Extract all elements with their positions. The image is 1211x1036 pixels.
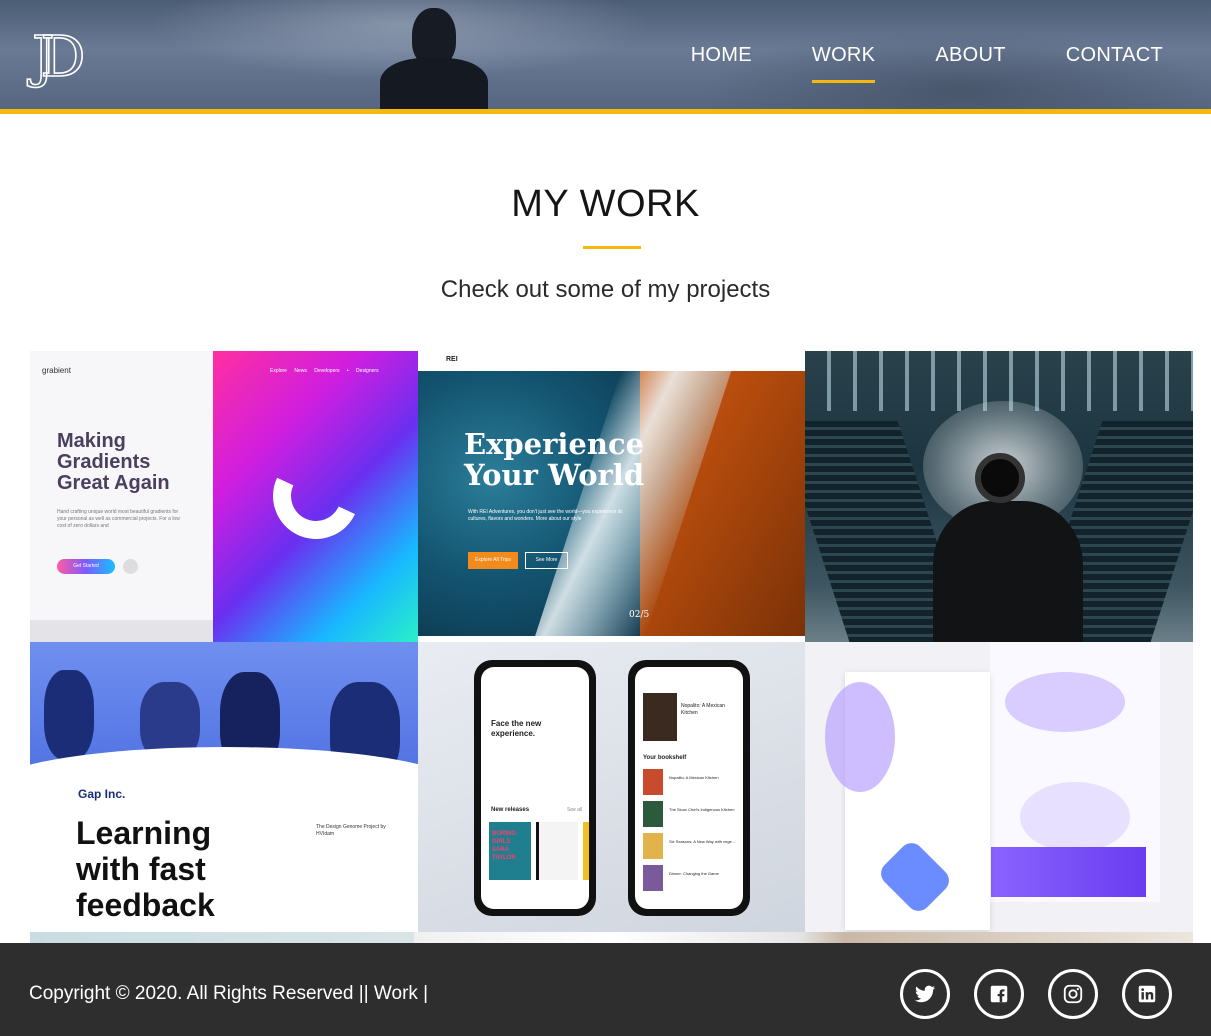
- photographer-figure: [933, 501, 1083, 642]
- facebook-link[interactable]: [974, 969, 1024, 1019]
- twitter-link[interactable]: [900, 969, 950, 1019]
- decor-blob: [1020, 782, 1130, 852]
- bookshelf-item: Dinner: Changing the Game: [669, 871, 719, 876]
- phone-section: Your bookshelf: [643, 755, 687, 761]
- bookshelf-item: Six Seasons: A New Way with vege...: [669, 839, 736, 844]
- tile-body: Hand crafting unique world most beautifu…: [57, 509, 180, 529]
- tile-brand: REI: [446, 356, 458, 363]
- main-nav: HOME WORK ABOUT CONTACT: [691, 44, 1163, 83]
- bookshelf-item: The Sioux Chef's Indigenous Kitchen: [669, 807, 735, 812]
- tile-headline: Making Gradients Great Again: [57, 430, 170, 494]
- tile-brand: grabient: [42, 366, 71, 375]
- book-thumb: [643, 769, 663, 795]
- decor-blob: [1005, 672, 1125, 732]
- slide-counter-current: 02: [629, 610, 641, 620]
- landing-cta-band: [991, 847, 1146, 897]
- phone-screen: Nopalito: A Mexican Kitchen Your bookshe…: [635, 667, 743, 909]
- phone-section: New releases: [491, 807, 530, 813]
- tile-cta: Get Started: [57, 559, 115, 574]
- page-subtitle: Check out some of my projects: [440, 276, 771, 303]
- tile-panel: [30, 351, 213, 642]
- project-tile-photographer[interactable]: [805, 351, 1193, 642]
- site-footer: Copyright © 2020. All Rights Reserved ||…: [0, 943, 1211, 1036]
- project-grid: Explore News Developers • Designers grab…: [30, 351, 1193, 943]
- tile-footer-bar: [30, 620, 213, 642]
- phone-mockup-right: Nopalito: A Mexican Kitchen Your bookshe…: [628, 660, 750, 916]
- phone-screen: Face the new experience. New releases Se…: [481, 667, 589, 909]
- project-tile-purple-landing[interactable]: [805, 642, 1193, 933]
- instagram-link[interactable]: [1048, 969, 1098, 1019]
- tile-note: The Design Genome Project by HVIdam: [316, 824, 386, 837]
- tile-brand: Gap Inc.: [78, 787, 126, 801]
- tile-cta-primary: Explore All Trips: [468, 552, 518, 569]
- copyright-text: Copyright © 2020. All Rights Reserved ||…: [29, 983, 429, 1004]
- book-cover: [536, 822, 578, 880]
- instagram-icon: [1063, 984, 1083, 1004]
- site-logo[interactable]: JD: [31, 29, 86, 100]
- bookshelf-item: Nopalito: A Mexican Kitchen: [669, 775, 719, 780]
- phone-heading: Face the new experience.: [491, 719, 542, 738]
- site-header: JD HOME WORK ABOUT CONTACT: [0, 0, 1211, 114]
- tile-headline: Experience Your World: [464, 427, 645, 492]
- slide-counter-total: 5: [643, 610, 650, 620]
- project-tile-gap[interactable]: Gap Inc. Learning with fast feedback The…: [30, 642, 418, 933]
- book-thumb: [643, 833, 663, 859]
- tile-headline: Learning with fast feedback: [76, 815, 215, 923]
- facebook-icon: [990, 985, 1008, 1003]
- decor-blob: [825, 682, 895, 792]
- next-row-peek: [30, 932, 1193, 943]
- twitter-icon: [914, 985, 936, 1003]
- slide-counter: 02/5: [629, 610, 650, 620]
- play-icon: [123, 559, 138, 574]
- book-cover-title: BORING GIRLS SARA TAYLOR: [492, 831, 516, 861]
- camera-lens: [975, 453, 1025, 503]
- linkedin-link[interactable]: [1122, 969, 1172, 1019]
- project-tile-bookshelf[interactable]: Face the new experience. New releases Se…: [418, 642, 806, 933]
- project-tile-grabient[interactable]: Explore News Developers • Designers grab…: [30, 351, 418, 642]
- tile-nav-text: Explore News Developers • Designers: [270, 368, 379, 374]
- nav-about[interactable]: ABOUT: [935, 44, 1005, 81]
- tile-topbar: [418, 351, 806, 371]
- nav-home[interactable]: HOME: [691, 44, 752, 81]
- nav-work[interactable]: WORK: [811, 44, 876, 83]
- see-all-link: See all: [567, 807, 583, 813]
- title-underline: [583, 246, 641, 249]
- tile-body: With REI Adventures, you don't just see …: [468, 509, 623, 522]
- book-cover: [583, 822, 589, 880]
- book-cover: [643, 693, 677, 741]
- linkedin-icon: [1138, 985, 1156, 1003]
- illustration-figure: [44, 670, 94, 760]
- tile-cta-secondary: See More: [525, 552, 568, 569]
- phone-mockup-left: Face the new experience. New releases Se…: [474, 660, 596, 916]
- book-thumb: [643, 865, 663, 891]
- header-background-person: [380, 58, 488, 109]
- page-title: MY WORK: [511, 183, 700, 225]
- nav-contact[interactable]: CONTACT: [1066, 44, 1163, 81]
- project-tile-rei[interactable]: REI Experience Your World With REI Adven…: [418, 351, 806, 642]
- featured-book-title: Nopalito: A Mexican Kitchen: [681, 703, 725, 716]
- book-thumb: [643, 801, 663, 827]
- book-cover: BORING GIRLS SARA TAYLOR: [489, 822, 531, 880]
